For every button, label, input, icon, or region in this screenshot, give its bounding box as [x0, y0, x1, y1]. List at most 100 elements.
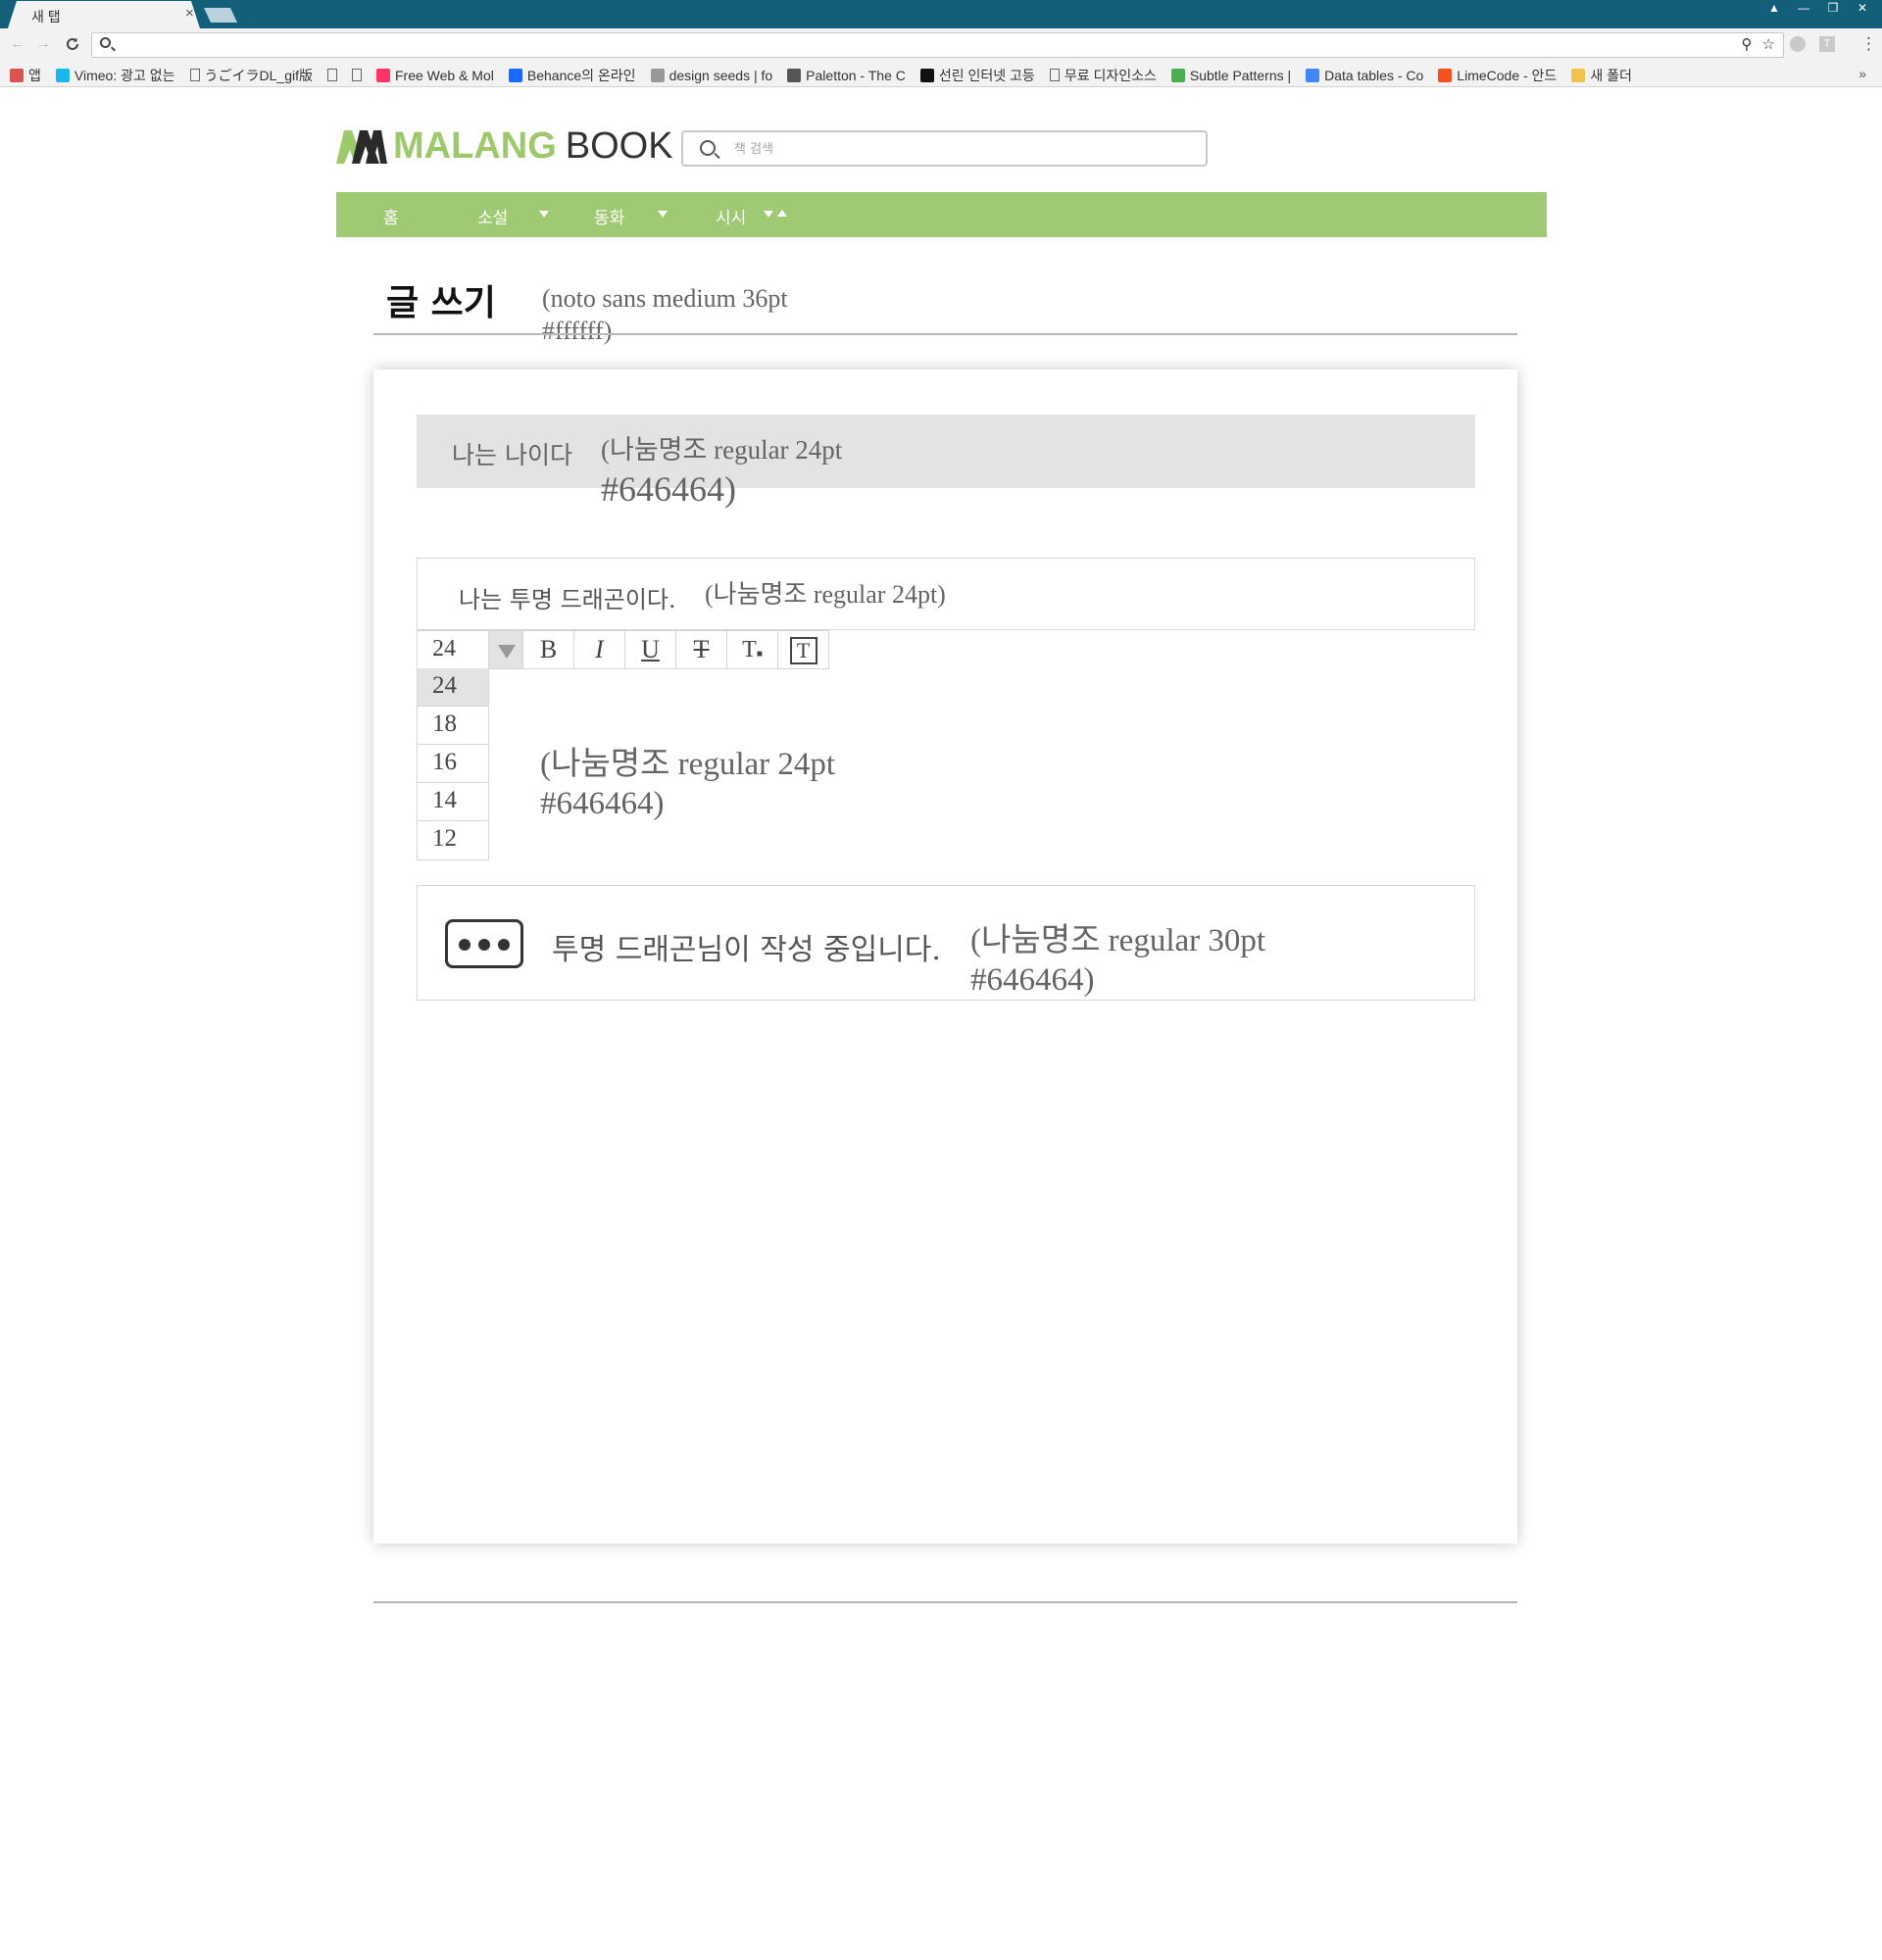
- logo-brand: MALANG: [393, 125, 557, 167]
- paletton-icon: [787, 68, 802, 82]
- bookmark-item[interactable]: Paletton - The C: [787, 68, 906, 83]
- underline-button[interactable]: U: [625, 630, 676, 669]
- bookmark-item[interactable]: Subtle Patterns |: [1170, 67, 1292, 83]
- font-size-option[interactable]: 24: [418, 668, 488, 707]
- post-content-annotation: (나눔명조 regular 24pt): [705, 580, 946, 609]
- fairytale-caret-icon[interactable]: [658, 211, 668, 218]
- bookmark-label: Data tables - Co: [1324, 67, 1424, 83]
- main-nav: 홈 소설 동화 시시: [336, 192, 1547, 237]
- bookmark-label: Subtle Patterns |: [1189, 67, 1292, 83]
- text-box-label: T: [789, 637, 817, 664]
- reload-icon[interactable]: [65, 35, 80, 57]
- restore-icon[interactable]: ❐: [1819, 0, 1847, 18]
- bookmark-item[interactable]: Data tables - Co: [1306, 68, 1423, 83]
- bookmark-label: 새 폴더: [1590, 67, 1632, 83]
- italic-button[interactable]: I: [574, 630, 625, 669]
- invision-icon: [375, 68, 390, 82]
- bookmark-item[interactable]: 새 폴더: [1571, 66, 1632, 85]
- extension-icon[interactable]: [1790, 36, 1806, 52]
- poem-caret-down-icon[interactable]: [764, 211, 773, 218]
- font-size-options: 24 18 16 14 12: [417, 668, 489, 860]
- font-size-select[interactable]: 24: [417, 630, 489, 669]
- bookmark-star-icon[interactable]: ☆: [1762, 35, 1775, 53]
- post-title-annotation: (나눔명조 regular 24pt #646464): [601, 434, 954, 512]
- bookmark-item[interactable]: [351, 69, 362, 81]
- tab-new-tab[interactable]: 새 탭 ×: [8, 1, 200, 28]
- new-tab-button[interactable]: [204, 8, 237, 23]
- bookmark-item[interactable]: Free Web & Mol: [375, 67, 494, 83]
- typing-status-text: 투명 드래곤님이 작성 중입니다.: [552, 933, 941, 967]
- apps-grid-icon: [10, 68, 24, 82]
- bookmark-label: Behance의 온라인: [526, 67, 636, 83]
- post-content-field[interactable]: 나는 투명 드래곤이다.: [417, 558, 1475, 630]
- nav-item-fairytale[interactable]: 동화: [594, 204, 624, 228]
- bookmark-item[interactable]: 선린 인터넷 고등: [919, 66, 1035, 85]
- bookmark-item[interactable]: 앱: [10, 66, 41, 85]
- back-icon[interactable]: ←: [10, 35, 25, 53]
- annotation-line: #ffffff): [542, 316, 613, 345]
- font-size-option[interactable]: 12: [418, 821, 488, 859]
- designseeds-icon: [650, 68, 665, 82]
- bookmarks-more-icon[interactable]: »: [1858, 66, 1866, 81]
- bookmark-item[interactable]: Vimeo: 광고 없는: [55, 66, 175, 85]
- nav-item-home[interactable]: 홈: [383, 204, 399, 228]
- nav-item-novel[interactable]: 소설: [477, 204, 508, 228]
- novel-caret-icon[interactable]: [539, 211, 549, 218]
- forward-icon[interactable]: →: [35, 35, 51, 53]
- search-icon: [100, 37, 111, 48]
- annotation-line: (나눔명조 regular 30pt: [970, 923, 1266, 958]
- address-bar[interactable]: ⚲ ☆: [91, 32, 1784, 58]
- strikethrough-button[interactable]: T: [676, 630, 727, 669]
- zoom-icon[interactable]: ⚲: [1742, 35, 1753, 53]
- sunrin-icon: [919, 68, 934, 82]
- typing-dot: [459, 939, 470, 951]
- annotation-line: #646464): [601, 468, 736, 509]
- font-size-option[interactable]: 14: [418, 783, 488, 821]
- bookmark-item[interactable]: design seeds | fo: [650, 67, 773, 83]
- nav-item-poem[interactable]: 시시: [716, 204, 746, 228]
- poem-caret-up-icon[interactable]: [777, 210, 787, 217]
- extension-t-icon[interactable]: T: [1819, 36, 1835, 52]
- title-divider: [373, 333, 1517, 335]
- user-icon[interactable]: ▲: [1760, 0, 1788, 18]
- bookmark-label: 앱: [28, 67, 41, 83]
- page-icon: [1049, 69, 1060, 81]
- tab-close-icon[interactable]: ×: [185, 5, 194, 22]
- editor-annotation: (나눔명조 regular 24pt #646464): [540, 745, 932, 824]
- extensions: T: [1790, 36, 1835, 52]
- search-icon[interactable]: [700, 140, 716, 156]
- bookmark-label: Free Web & Mol: [394, 67, 494, 83]
- subtle-patterns-icon: [1170, 68, 1185, 82]
- annotation-line: (나눔명조 regular 24pt: [601, 435, 843, 465]
- annotation-line: (noto sans medium 36pt: [542, 284, 788, 313]
- logo[interactable]: MALANG BOOK: [336, 125, 673, 168]
- minimize-icon[interactable]: —: [1790, 0, 1817, 18]
- browser-titlebar: 새 탭 × ▲ — ❐ ✕: [0, 0, 1882, 28]
- text-box-button[interactable]: T: [778, 630, 829, 669]
- clear-format-button[interactable]: T■: [727, 630, 778, 669]
- bold-button[interactable]: B: [523, 630, 574, 669]
- bookmark-item[interactable]: [326, 69, 337, 81]
- editor-toolbar: 24 B I U T T■ T: [417, 630, 829, 669]
- tab-title: 새 탭: [31, 9, 61, 24]
- post-content-value: 나는 투명 드래곤이다.: [459, 586, 676, 613]
- title-font-annotation: (noto sans medium 36pt #ffffff): [542, 283, 856, 347]
- page-icon: [189, 69, 200, 81]
- bookmark-item[interactable]: うごイラDL_gif版: [189, 66, 313, 85]
- typing-dot: [478, 939, 490, 951]
- book-search-input[interactable]: [734, 138, 1185, 160]
- font-size-option[interactable]: 18: [418, 707, 488, 745]
- post-title-value: 나는 나이다: [452, 441, 572, 469]
- footer-divider: [373, 1601, 1517, 1603]
- browser-menu-icon[interactable]: ⋮: [1860, 34, 1877, 54]
- close-window-icon[interactable]: ✕: [1849, 0, 1876, 18]
- typing-indicator-icon: [445, 919, 523, 968]
- bookmark-label: LimeCode - 안드: [1457, 67, 1558, 83]
- bookmark-item[interactable]: LimeCode - 안드: [1438, 66, 1557, 85]
- font-size-option[interactable]: 16: [418, 745, 488, 783]
- font-size-dropdown-icon[interactable]: [489, 630, 523, 669]
- bookmark-label: design seeds | fo: [669, 67, 773, 83]
- bookmark-label: 선린 인터넷 고등: [938, 67, 1035, 83]
- bookmark-item[interactable]: 무료 디자인소스: [1049, 66, 1157, 85]
- bookmark-item[interactable]: Behance의 온라인: [508, 66, 636, 85]
